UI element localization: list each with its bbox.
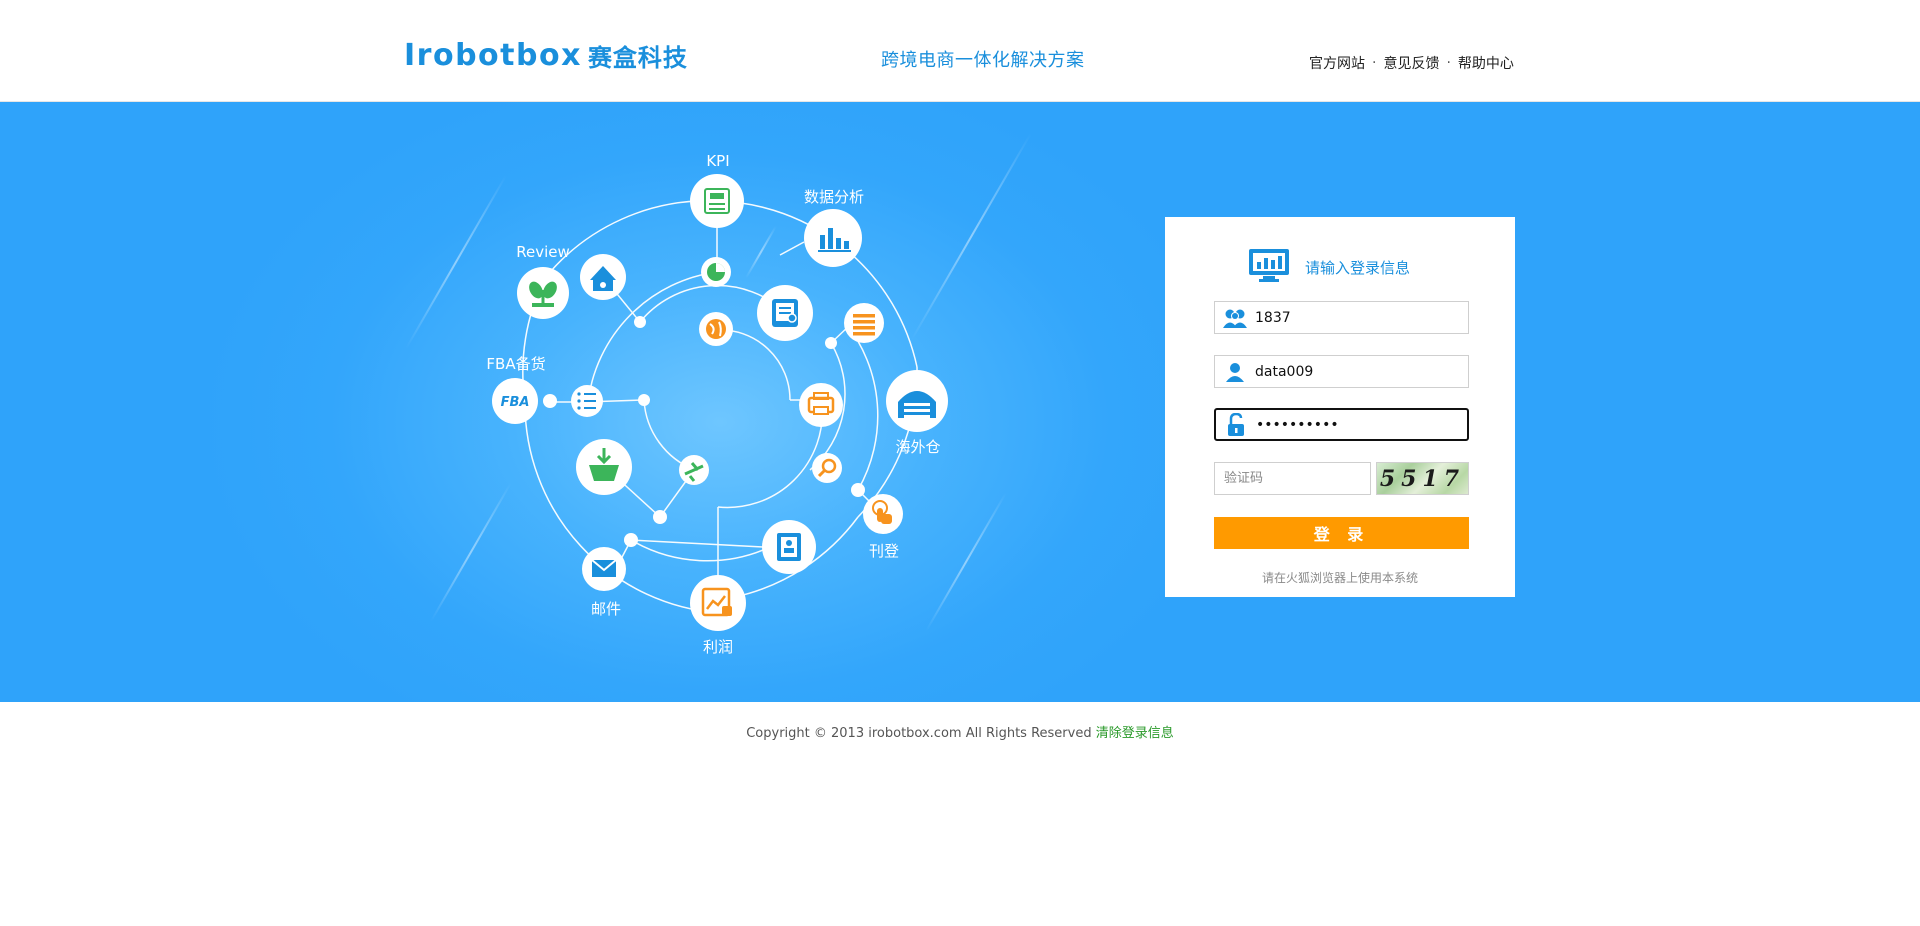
monitor-chart-icon <box>1247 247 1291 287</box>
group-users-icon <box>1215 302 1255 333</box>
airplane-icon <box>679 455 709 485</box>
logo-text-cn: 赛盒科技 <box>587 43 688 72</box>
feature-diagram: FBA KPI 数据分析 Review FBA备货 海外仓 刊登 邮件 利润 <box>486 152 948 656</box>
label-listing: 刊登 <box>869 542 899 560</box>
numbered-list-icon <box>571 385 603 417</box>
profit-icon <box>690 575 746 631</box>
report-icon <box>757 285 813 341</box>
hero-banner: FBA KPI 数据分析 Review FBA备货 海外仓 刊登 邮件 利润 请… <box>0 102 1920 702</box>
fba-icon: FBA <box>492 378 538 424</box>
label-fba: FBA备货 <box>486 355 545 373</box>
slogan: 跨境电商一体化解决方案 <box>881 50 1085 71</box>
pie-chart-icon <box>701 257 731 287</box>
mail-icon <box>582 547 626 591</box>
official-site-link[interactable]: 官方网站 <box>1309 53 1365 73</box>
brand-logo[interactable]: Irobotbox 赛盒科技 <box>404 37 688 73</box>
top-nav-links: 官方网站 · 意见反馈 · 帮助中心 <box>1309 53 1514 73</box>
captcha-image[interactable]: 5517 <box>1376 462 1469 495</box>
company-id-input[interactable] <box>1255 303 1455 332</box>
basket-icon <box>576 439 632 495</box>
company-id-field[interactable] <box>1214 301 1469 334</box>
captcha-input[interactable] <box>1224 463 1364 494</box>
fba-badge-text: FBA <box>501 395 530 410</box>
label-data-analysis: 数据分析 <box>804 188 864 206</box>
label-profit: 利润 <box>703 638 733 656</box>
login-title: 请输入登录信息 <box>1305 258 1411 277</box>
kpi-node <box>690 174 744 228</box>
top-header: Irobotbox 赛盒科技 跨境电商一体化解决方案 官方网站 · 意见反馈 ·… <box>0 0 1920 102</box>
link-separator: · <box>1372 55 1377 71</box>
password-field[interactable] <box>1214 408 1469 441</box>
username-input[interactable] <box>1255 357 1455 386</box>
clear-login-info-link[interactable]: 清除登录信息 <box>1096 726 1174 741</box>
login-panel: 请输入登录信息 1837 data009 •••••••••• 验证码 5517… <box>1165 217 1515 597</box>
unlock-icon <box>1216 409 1256 440</box>
tap-icon <box>863 494 903 534</box>
search-icon <box>812 453 842 483</box>
bar-chart-icon <box>804 209 862 267</box>
username-field[interactable] <box>1214 355 1469 388</box>
contact-card-icon <box>762 520 816 574</box>
footer: Copyright © 2013 irobotbox.com All Right… <box>0 722 1920 741</box>
browser-note: 请在火狐浏览器上使用本系统 <box>1261 571 1418 585</box>
globe-icon <box>699 312 733 346</box>
logo-text-en: Irobotbox <box>404 37 582 73</box>
feedback-link[interactable]: 意见反馈 <box>1383 53 1439 73</box>
printer-icon <box>799 383 843 427</box>
label-kpi: KPI <box>706 152 729 170</box>
label-overseas-warehouse: 海外仓 <box>895 438 940 456</box>
login-button[interactable]: 登 录 <box>1214 517 1469 549</box>
captcha-field[interactable] <box>1214 462 1371 495</box>
captcha-code: 5517 <box>1379 465 1466 492</box>
store-icon <box>580 254 626 300</box>
warehouse-icon <box>886 370 948 432</box>
help-center-link[interactable]: 帮助中心 <box>1458 53 1514 73</box>
label-review: Review <box>516 243 570 261</box>
list-icon <box>844 303 884 343</box>
user-icon <box>1215 356 1255 387</box>
label-mail: 邮件 <box>591 600 621 618</box>
copyright-text: Copyright © 2013 irobotbox.com All Right… <box>746 726 1092 741</box>
password-input[interactable] <box>1256 410 1456 439</box>
login-header: 请输入登录信息 <box>1247 247 1410 287</box>
plant-icon <box>517 267 569 319</box>
link-separator: · <box>1446 55 1451 71</box>
